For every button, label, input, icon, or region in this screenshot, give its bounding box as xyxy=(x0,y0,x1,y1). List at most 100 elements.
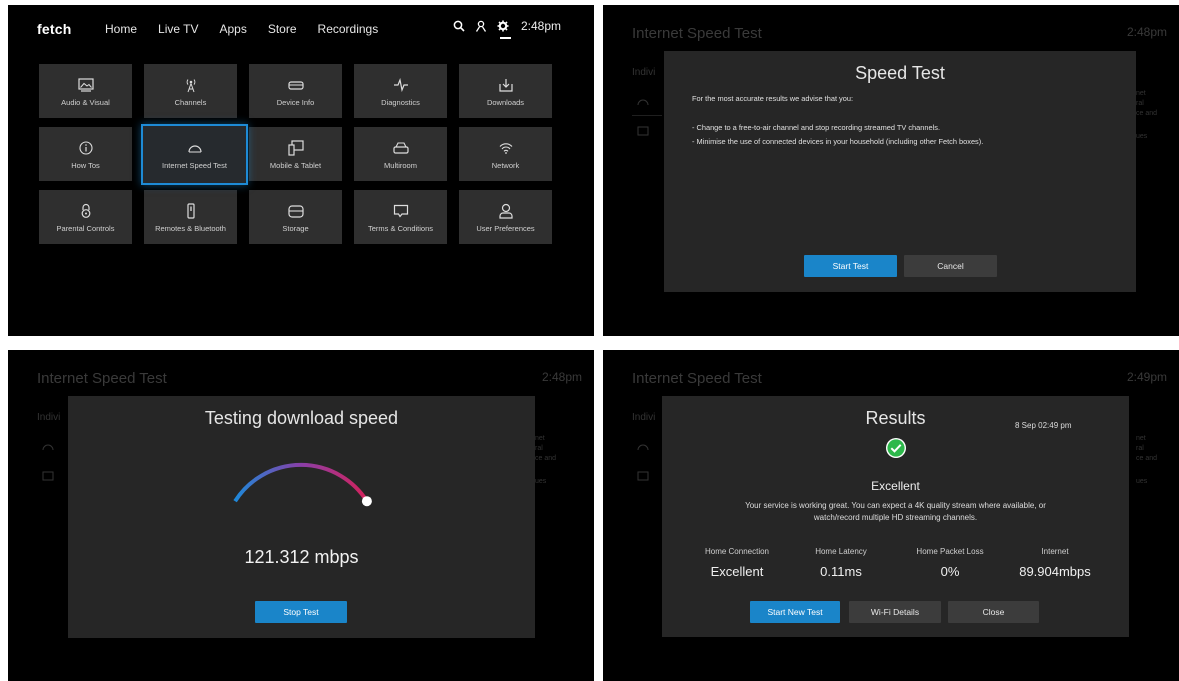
nav-store[interactable]: Store xyxy=(268,22,297,36)
tile-multiroom[interactable]: Multiroom xyxy=(354,127,447,181)
stop-test-button[interactable]: Stop Test xyxy=(255,601,347,623)
tile-terms-conditions[interactable]: Terms & Conditions xyxy=(354,190,447,244)
top-nav: fetch Home Live TV Apps Store Recordings… xyxy=(8,5,594,55)
tile-label: Device Info xyxy=(276,97,315,107)
background-clock: 2:48pm xyxy=(1126,25,1167,39)
tile-parental-controls[interactable]: Parental Controls xyxy=(39,190,132,244)
set-top-box-icon xyxy=(287,76,304,94)
background-clock: 2:49pm xyxy=(1126,370,1167,384)
background-text: net ral ce and xyxy=(1136,90,1158,117)
background-icons xyxy=(41,440,55,505)
wifi-details-button[interactable]: Wi-Fi Details xyxy=(849,601,941,623)
tile-label: Remotes & Bluetooth xyxy=(155,223,226,233)
close-button[interactable]: Close xyxy=(948,601,1039,623)
background-page-title: Internet Speed Test xyxy=(37,370,167,387)
speedometer-icon xyxy=(187,139,203,157)
search-icon[interactable] xyxy=(453,20,465,32)
wifi-icon xyxy=(499,139,513,157)
background-icons xyxy=(636,440,650,505)
start-test-button[interactable]: Start Test xyxy=(804,255,897,277)
speed-test-intro-screen: Internet Speed Test 2:48pm Indivi net ral… xyxy=(603,5,1179,336)
storage-icon xyxy=(287,202,304,220)
speed-test-results-dialog: Results 8 Sep 02:49 pm Excellent Your se… xyxy=(662,396,1129,637)
speed-test-running-screen: Internet Speed Test 2:48pm Indivi net ral… xyxy=(8,350,594,681)
tile-storage[interactable]: Storage xyxy=(249,190,342,244)
cancel-button[interactable]: Cancel xyxy=(904,255,997,277)
tile-label: Multiroom xyxy=(384,160,417,170)
tile-diagnostics[interactable]: Diagnostics xyxy=(354,64,447,118)
tile-audio-visual[interactable]: Audio & Visual xyxy=(39,64,132,118)
message-icon xyxy=(393,202,409,220)
background-divider xyxy=(632,115,662,116)
tile-label: User Preferences xyxy=(476,223,535,233)
remote-icon xyxy=(186,202,195,220)
tile-label: Channels xyxy=(174,97,207,107)
nav-live-tv[interactable]: Live TV xyxy=(158,22,198,36)
tile-downloads[interactable]: Downloads xyxy=(459,64,552,118)
nav-recordings[interactable]: Recordings xyxy=(318,22,379,36)
clock: 2:48pm xyxy=(521,19,562,33)
tile-label: Parental Controls xyxy=(56,223,115,233)
multiroom-icon xyxy=(392,139,409,157)
active-indicator xyxy=(500,37,511,39)
background-clock: 2:48pm xyxy=(541,370,582,384)
success-check-icon xyxy=(886,438,906,458)
tile-label: Storage xyxy=(282,223,309,233)
nav-home[interactable]: Home xyxy=(105,22,137,36)
background-page-title: Internet Speed Test xyxy=(632,25,762,42)
fetch-logo: fetch xyxy=(37,21,72,37)
background-text: Indivi xyxy=(632,67,656,78)
speed-test-results-screen: Internet Speed Test 2:49pm Indivi net ral… xyxy=(603,350,1179,681)
dialog-tip: - Minimise the use of connected devices … xyxy=(692,137,984,146)
tile-label: Diagnostics xyxy=(381,97,420,107)
background-text: ues xyxy=(1136,133,1148,140)
tile-how-tos[interactable]: How Tos xyxy=(39,127,132,181)
lock-icon xyxy=(80,202,92,220)
result-description: Your service is working great. You can e… xyxy=(745,501,1046,522)
tile-label: Downloads xyxy=(486,97,525,107)
info-icon xyxy=(78,139,93,157)
background-text: net ral ce and xyxy=(1136,435,1158,462)
gauge-indicator xyxy=(361,496,372,507)
gear-icon[interactable] xyxy=(497,20,509,32)
tile-mobile-tablet[interactable]: Mobile & Tablet xyxy=(249,127,342,181)
stat-home-packet-loss: Home Packet Loss 0% xyxy=(916,547,984,579)
result-date: 8 Sep 02:49 pm xyxy=(1015,421,1072,430)
background-text: ues xyxy=(535,478,547,485)
dialog-tip: - Change to a free-to-air channel and st… xyxy=(692,123,941,132)
profile-icon[interactable] xyxy=(475,20,487,32)
start-new-test-button[interactable]: Start New Test xyxy=(750,601,840,623)
speed-test-progress-dialog: Testing download speed 121.312 mbps Stop… xyxy=(68,396,535,638)
background-text: Indivi xyxy=(632,412,656,423)
result-rating: Excellent xyxy=(871,479,920,493)
tile-device-info[interactable]: Device Info xyxy=(249,64,342,118)
stat-home-latency: Home Latency 0.11ms xyxy=(815,547,867,579)
antenna-icon xyxy=(183,76,199,94)
image-icon xyxy=(77,76,94,94)
settings-menu-screen: fetch Home Live TV Apps Store Recordings… xyxy=(8,5,594,336)
tile-label: Network xyxy=(491,160,520,170)
stat-home-connection: Home Connection Excellent xyxy=(704,547,770,579)
dialog-title: Testing download speed xyxy=(204,408,399,428)
tile-network[interactable]: Network xyxy=(459,127,552,181)
pulse-icon xyxy=(393,76,409,94)
tile-user-preferences[interactable]: User Preferences xyxy=(459,190,552,244)
tile-channels[interactable]: Channels xyxy=(144,64,237,118)
tile-label: Terms & Conditions xyxy=(367,223,434,233)
settings-grid: Audio & Visual Channels Device Info Diag… xyxy=(39,64,552,247)
speed-readout: 121.312 mbps xyxy=(244,547,359,567)
background-text: ues xyxy=(1136,478,1148,485)
tile-label: Audio & Visual xyxy=(61,97,110,107)
user-icon xyxy=(498,202,513,220)
speed-gauge xyxy=(233,462,372,507)
dialog-title: Speed Test xyxy=(855,63,945,83)
tile-remotes-bluetooth[interactable]: Remotes & Bluetooth xyxy=(144,190,237,244)
tile-label: How Tos xyxy=(71,160,100,170)
tile-label: Internet Speed Test xyxy=(162,161,227,170)
tile-label: Mobile & Tablet xyxy=(269,160,322,170)
nav-apps[interactable]: Apps xyxy=(219,22,246,36)
tile-internet-speed-test[interactable]: Internet Speed Test xyxy=(141,124,248,185)
devices-icon xyxy=(287,139,304,157)
nav-icons: 2:48pm xyxy=(453,19,561,33)
background-text: Indivi xyxy=(37,412,61,423)
